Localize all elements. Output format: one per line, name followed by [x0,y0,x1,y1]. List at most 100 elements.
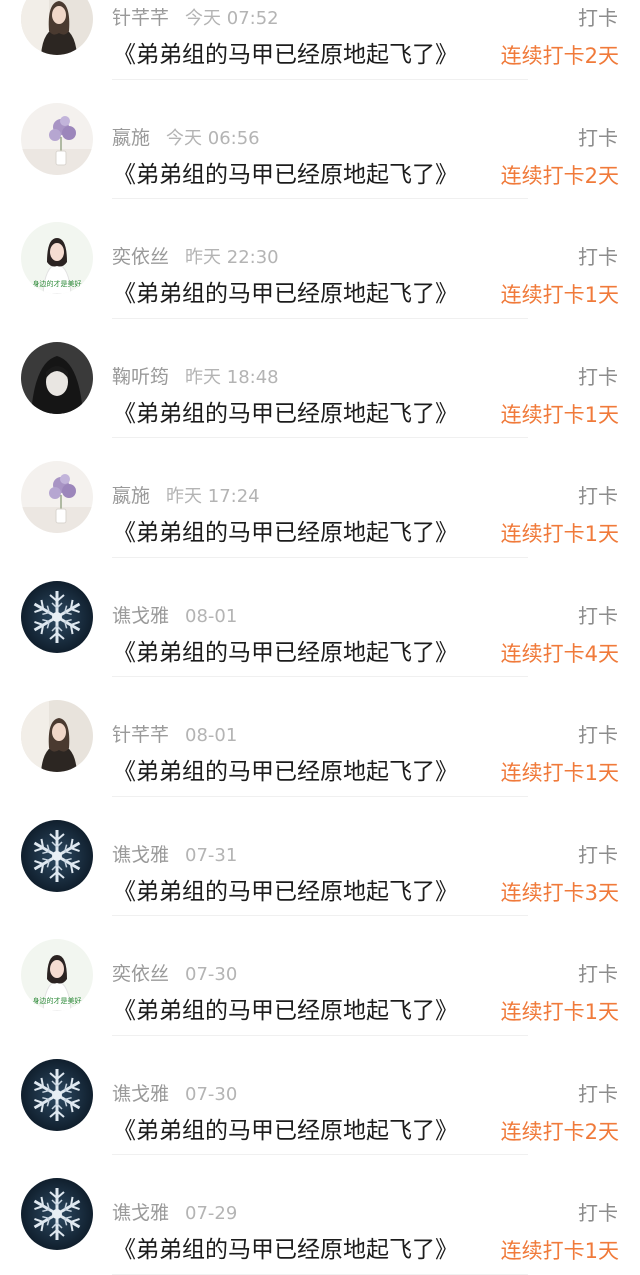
streak-label: 连续打卡1天 [500,761,619,785]
avatar-image [21,461,93,533]
avatar-image [21,819,93,892]
username[interactable]: 谯戈雅 [112,1083,169,1105]
list-item[interactable]: 嬴施 今天 06:56 《弟弟组的马甲已经原地起飞了》 打卡 连续打卡2天 [0,80,640,200]
checkin-label: 打卡 [578,1081,618,1106]
book-title[interactable]: 《弟弟组的马甲已经原地起飞了》 [113,518,458,548]
streak-label: 连续打卡2天 [500,1119,619,1144]
streak-label: 连续打卡1天 [500,402,619,427]
timestamp: 07-29 [185,1203,238,1224]
avatar-image [21,0,93,55]
checkin-label: 打卡 [578,125,618,150]
streak-label: 连续打卡1天 [500,1000,619,1024]
list-item[interactable]: 针芊芊 今天 07:52 《弟弟组的马甲已经原地起飞了》 打卡 连续打卡2天 [0,0,640,80]
avatar[interactable] [21,819,93,892]
avatar-caption: 身边的才是美好 [33,279,82,288]
checkin-label: 打卡 [578,6,618,30]
timestamp: 07-30 [185,964,238,985]
book-title[interactable]: 《弟弟组的马甲已经原地起飞了》 [113,279,458,309]
item-meta: 嬴施 昨天 17:24 [112,483,260,509]
streak-label: 连续打卡4天 [500,641,619,666]
timestamp: 07-30 [185,1083,238,1105]
streak-label: 连续打卡3天 [500,880,619,905]
item-meta: 谯戈雅 07-30 [112,1081,237,1107]
list-item[interactable]: 谯戈雅 07-29 《弟弟组的马甲已经原地起飞了》 打卡 连续打卡1天 [0,1155,640,1275]
list-item[interactable]: 谯戈雅 07-30 《弟弟组的马甲已经原地起飞了》 打卡 连续打卡2天 [0,1036,640,1156]
username[interactable]: 奕依丝 [112,246,169,268]
avatar-image [21,700,93,772]
avatar[interactable] [21,102,93,175]
book-title[interactable]: 《弟弟组的马甲已经原地起飞了》 [113,996,458,1026]
list-item[interactable]: 针芊芊 08-01 《弟弟组的马甲已经原地起飞了》 打卡 连续打卡1天 [0,677,640,797]
avatar-image [21,580,93,653]
avatar-image [21,1058,93,1131]
streak-label: 连续打卡1天 [500,1239,619,1263]
timestamp: 昨天 18:48 [185,366,279,388]
list-item[interactable]: 谯戈雅 07-31 《弟弟组的马甲已经原地起飞了》 打卡 连续打卡3天 [0,797,640,917]
username[interactable]: 奕依丝 [112,963,169,985]
book-title[interactable]: 《弟弟组的马甲已经原地起飞了》 [113,1235,458,1265]
checkin-label: 打卡 [578,1201,618,1225]
checkin-label: 打卡 [578,723,618,747]
streak-label: 连续打卡2天 [500,163,619,188]
item-meta: 谯戈雅 07-31 [112,842,237,868]
checkin-label: 打卡 [578,484,618,508]
username[interactable]: 鞠听筠 [112,366,169,388]
timestamp: 昨天 22:30 [185,247,279,268]
book-title[interactable]: 《弟弟组的马甲已经原地起飞了》 [113,40,458,70]
avatar[interactable] [21,700,93,772]
streak-label: 连续打卡1天 [500,283,619,307]
list-item[interactable]: 嬴施 昨天 17:24 《弟弟组的马甲已经原地起飞了》 打卡 连续打卡1天 [0,438,640,558]
checkin-label: 打卡 [578,245,618,269]
streak-label: 连续打卡1天 [500,522,619,546]
username[interactable]: 谯戈雅 [112,1202,169,1224]
username[interactable]: 针芊芊 [112,7,169,29]
username[interactable]: 谯戈雅 [112,844,169,866]
book-title[interactable]: 《弟弟组的马甲已经原地起飞了》 [113,877,458,907]
avatar-caption: 身边的才是美好 [33,996,82,1005]
checkin-label: 打卡 [578,842,618,867]
avatar[interactable] [21,341,93,414]
list-item[interactable]: 身边的才是美好 奕依丝 昨天 22:30 《弟弟组的马甲已经原地起飞了》 打卡 连… [0,199,640,319]
avatar[interactable]: 身边的才是美好 [21,939,93,1011]
avatar-image [21,341,93,414]
username[interactable]: 谯戈雅 [112,605,169,627]
item-meta: 针芊芊 今天 07:52 [112,5,279,31]
streak-label: 连续打卡2天 [500,44,619,68]
item-meta: 嬴施 今天 06:56 [112,125,260,151]
avatar[interactable] [21,1178,93,1250]
item-meta: 谯戈雅 08-01 [112,603,237,629]
book-title[interactable]: 《弟弟组的马甲已经原地起飞了》 [113,638,458,668]
timestamp: 今天 06:56 [166,127,260,149]
book-title[interactable]: 《弟弟组的马甲已经原地起飞了》 [113,160,458,190]
username[interactable]: 针芊芊 [112,724,169,746]
checkin-label: 打卡 [578,603,618,628]
list-item[interactable]: 身边的才是美好 奕依丝 07-30 《弟弟组的马甲已经原地起飞了》 打卡 连续打卡… [0,916,640,1036]
avatar-image: 身边的才是美好 [21,939,93,1011]
avatar-image [21,102,93,175]
avatar[interactable] [21,461,93,533]
item-meta: 奕依丝 07-30 [112,961,237,987]
timestamp: 今天 07:52 [185,8,279,29]
book-title[interactable]: 《弟弟组的马甲已经原地起飞了》 [113,399,458,429]
list-item[interactable]: 鞠听筠 昨天 18:48 《弟弟组的马甲已经原地起飞了》 打卡 连续打卡1天 [0,319,640,439]
username[interactable]: 嬴施 [112,485,150,507]
checkin-label: 打卡 [578,962,618,986]
timestamp: 08-01 [185,605,238,627]
avatar[interactable]: 身边的才是美好 [21,222,93,294]
item-meta: 谯戈雅 07-29 [112,1200,237,1226]
avatar[interactable] [21,0,93,55]
avatar-image [21,1178,93,1250]
avatar-image: 身边的才是美好 [21,222,93,294]
book-title[interactable]: 《弟弟组的马甲已经原地起飞了》 [113,757,458,787]
checkin-label: 打卡 [578,364,618,389]
avatar[interactable] [21,580,93,653]
book-title[interactable]: 《弟弟组的马甲已经原地起飞了》 [113,1116,458,1146]
list-item[interactable]: 谯戈雅 08-01 《弟弟组的马甲已经原地起飞了》 打卡 连续打卡4天 [0,558,640,678]
checkin-feed-list: 针芊芊 今天 07:52 《弟弟组的马甲已经原地起飞了》 打卡 连续打卡2天 嬴施… [0,0,640,1275]
item-meta: 针芊芊 08-01 [112,722,237,748]
avatar[interactable] [21,1058,93,1131]
timestamp: 07-31 [185,844,238,866]
timestamp: 08-01 [185,725,238,746]
item-meta: 鞠听筠 昨天 18:48 [112,364,279,390]
username[interactable]: 嬴施 [112,127,150,149]
